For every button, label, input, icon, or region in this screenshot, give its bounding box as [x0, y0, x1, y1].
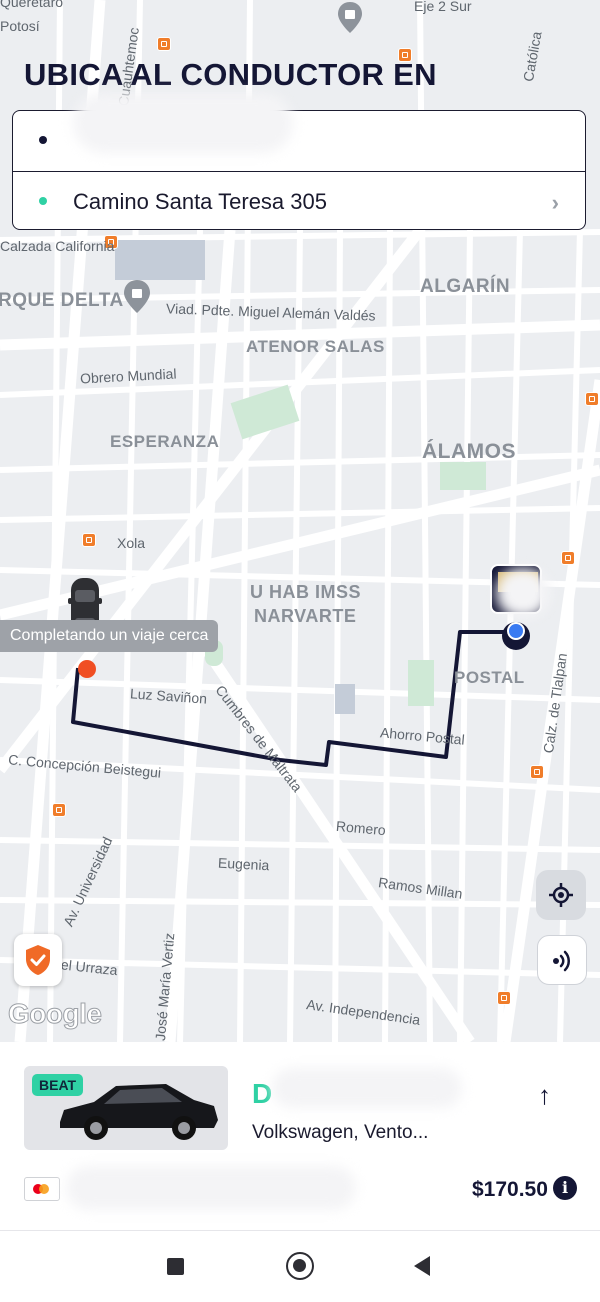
car-model: Volkswagen, Vento... [252, 1122, 429, 1143]
metro-station-icon [82, 533, 96, 547]
pickup-point-marker [78, 660, 96, 678]
neighborhood-label: POSTAL [454, 668, 525, 687]
mastercard-icon[interactable] [24, 1177, 60, 1201]
destination-address: Camino Santa Teresa 305 [73, 189, 327, 214]
neighborhood-label: NARVARTE [254, 606, 357, 626]
shopping-pin-icon [338, 2, 362, 33]
trip-price: $170.50 [472, 1178, 548, 1201]
street-label: Xola [117, 535, 146, 551]
neighborhood-label: ESPERANZA [110, 432, 220, 451]
shopping-pin-icon [124, 280, 150, 313]
neighborhood-label: U HAB IMSS [250, 582, 362, 602]
service-badge: BEAT [32, 1074, 84, 1096]
metro-station-icon [497, 991, 511, 1005]
metro-station-icon [585, 392, 599, 406]
info-icon[interactable]: i [553, 1176, 577, 1200]
street-label: Potosí [0, 18, 40, 34]
redacted-origin [73, 93, 293, 153]
home-button[interactable] [286, 1252, 314, 1280]
neighborhood-label: ÁLAMOS [422, 440, 516, 463]
redacted-payment [66, 1166, 356, 1210]
back-button[interactable] [412, 1255, 432, 1277]
street-label: Eje 2 Sur [414, 0, 472, 14]
origin-row[interactable] [13, 93, 585, 171]
recents-button[interactable] [167, 1258, 184, 1275]
destination-row[interactable]: Camino Santa Teresa 305 › [13, 172, 585, 232]
metro-station-icon [52, 803, 66, 817]
crosshair-icon [549, 883, 573, 907]
metro-station-icon [561, 551, 575, 565]
neighborhood-label: ALGARÍN [420, 276, 511, 297]
neighborhood-label: ATENOR SALAS [246, 337, 385, 356]
locate-me-button[interactable] [536, 870, 586, 920]
arrow-up-icon[interactable]: ↑ [538, 1080, 551, 1111]
page-title: UBICA AL CONDUCTOR EN [24, 57, 437, 92]
trip-summary-sheet[interactable]: BEAT D Volkswagen, Vento... ↑ $170.50 i [0, 1042, 600, 1230]
driver-name: D [252, 1078, 273, 1109]
share-trip-button[interactable] [537, 935, 587, 985]
redacted-driver-name [272, 1068, 462, 1108]
destination-dot-icon [39, 197, 47, 205]
street-label: Calzada California [0, 238, 115, 254]
vehicle-card: BEAT [24, 1066, 228, 1150]
destination-pin-icon [502, 622, 530, 650]
driver-status-tooltip: Completando un viaje cerca [0, 620, 219, 652]
broadcast-icon [553, 950, 570, 972]
redacted-destination [496, 568, 550, 618]
safety-button[interactable] [14, 934, 62, 986]
neighborhood-label: PARQUE DELTA [0, 290, 124, 311]
origin-dot-icon [39, 136, 47, 144]
shield-check-icon [26, 945, 50, 975]
street-label: Eugenia [217, 854, 270, 874]
metro-station-icon [157, 37, 171, 51]
metro-station-icon [530, 765, 544, 779]
street-label: Querétaro [0, 0, 64, 10]
google-logo: Google [7, 998, 102, 1030]
chevron-right-icon: › [551, 190, 559, 215]
system-navigation-bar [0, 1230, 600, 1302]
address-card[interactable]: Camino Santa Teresa 305 › [12, 93, 586, 232]
